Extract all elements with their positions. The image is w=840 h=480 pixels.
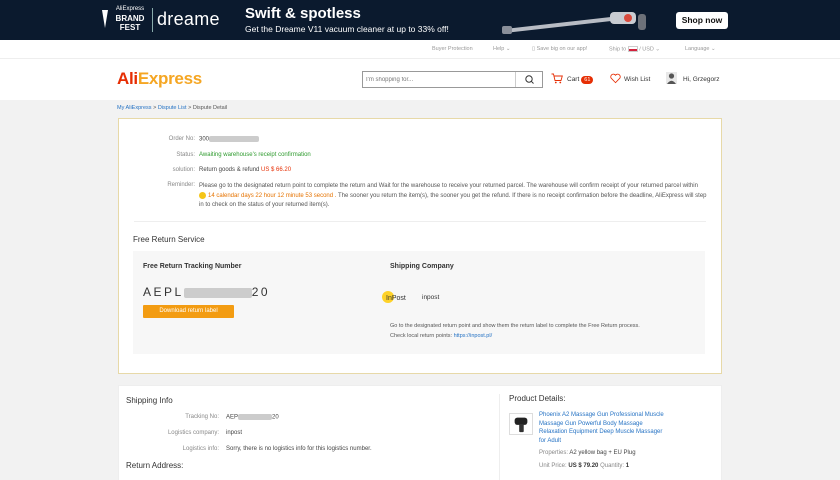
order-label: Order No: — [168, 136, 195, 142]
status-value: Awaiting warehouse's receipt confirmatio… — [199, 152, 311, 158]
user-greeting[interactable]: Hi, Grzegorz — [683, 76, 719, 83]
redacted-order-number — [209, 136, 260, 142]
reminder-text: Please go to the designated return point… — [199, 183, 707, 209]
inpost-link[interactable]: https://inpost.pl/ — [454, 333, 493, 339]
banner-subtitle: Get the Dreame V11 vacuum cleaner at up … — [245, 24, 449, 34]
chevron-down-icon: ⌄ — [505, 46, 511, 52]
dispute-detail-card: Order No: 300 Status: Awaiting warehouse… — [118, 118, 722, 374]
refund-amount: US $ 66.20 — [261, 167, 292, 173]
brand-fest-logo: AliExpress BRAND FEST — [115, 6, 145, 32]
search-input[interactable] — [363, 72, 513, 87]
cart-link[interactable]: Cart 61 — [567, 76, 594, 84]
vacuum-cleaner-image — [502, 12, 646, 34]
solution-value: Return goods & refund US $ 66.20 — [199, 167, 292, 173]
search-box — [362, 71, 543, 88]
top-links-bar: Buyer Protection Help ⌄ ▯ Save big on ou… — [0, 40, 840, 59]
free-return-note: Go to the designated return point and sh… — [390, 323, 640, 339]
breadcrumb-current: Dispute Detail — [192, 105, 228, 111]
company-name: inpost — [422, 294, 440, 301]
breadcrumb-my-aliexpress[interactable]: My AliExpress — [117, 105, 152, 111]
logistics-company-value: inpost — [226, 430, 243, 436]
product-image[interactable] — [509, 413, 533, 435]
help-link[interactable]: Help ⌄ — [493, 46, 510, 52]
column-divider — [499, 394, 500, 480]
save-app-link[interactable]: ▯ Save big on our app! — [532, 46, 587, 52]
svg-text:InPost: InPost — [386, 295, 406, 302]
logistics-company-label: Logistics company: — [167, 430, 219, 436]
product-properties: Properties: A2 yellow bag + EU Plug — [539, 450, 636, 456]
return-address-title: Return Address: — [126, 461, 184, 470]
breadcrumb-dispute-list[interactable]: Dispute List — [158, 105, 187, 111]
aliexpress-brandfest-icon — [102, 10, 108, 28]
countdown-timer: 14 calendar days 22 hour 12 minute 53 se… — [208, 192, 337, 199]
buyer-protection-link[interactable]: Buyer Protection — [432, 46, 473, 52]
wishlist-link[interactable]: Wish List — [624, 76, 650, 83]
product-details-title: Product Details: — [509, 394, 566, 403]
main-header: AliExpress Cart61 Wish List Hi, Grzegorz — [0, 59, 840, 100]
poland-flag-icon — [627, 46, 638, 52]
reminder-label: Reminder: — [167, 182, 195, 188]
status-label: Status: — [176, 152, 195, 158]
product-price: Unit Price: US $ 79.20 Quantity: 1 — [539, 463, 630, 469]
download-return-label-button[interactable]: Download return label — [143, 305, 234, 318]
clock-icon — [199, 191, 206, 199]
dreame-logo: dreame — [157, 9, 220, 29]
free-return-box: Free Return Tracking Number AEPL 20 Downl… — [133, 251, 705, 354]
banner-divider — [152, 8, 153, 32]
tracking-label: Tracking No: — [185, 414, 219, 420]
ship-to-selector[interactable]: Ship to / USD ⌄ — [609, 46, 660, 52]
shop-now-button[interactable]: Shop now — [676, 12, 728, 29]
tracking-number: AEPL 20 — [143, 285, 271, 299]
shipping-info-title: Shipping Info — [126, 396, 173, 405]
language-selector[interactable]: Language ⌄ — [685, 46, 716, 52]
aliexpress-logo[interactable]: AliExpress — [117, 69, 202, 89]
shipping-info-card: Shipping Info Tracking No: AEP 20 Logisti… — [118, 385, 722, 480]
order-number: 300 — [199, 136, 260, 143]
logistics-info-label: Logistics info: — [182, 446, 219, 452]
product-name-link[interactable]: Phoenix A2 Massage Gun Professional Musc… — [539, 411, 669, 445]
redacted-tracking — [238, 414, 273, 420]
chevron-down-icon: ⌄ — [711, 46, 716, 52]
cart-count-badge: 61 — [581, 76, 594, 84]
logistics-info-value: Sorry, there is no logistics info for th… — [226, 446, 372, 452]
promo-banner[interactable]: AliExpress BRAND FEST dreame Swift & spo… — [0, 0, 840, 40]
redacted-tracking — [183, 287, 252, 298]
divider — [134, 221, 706, 222]
tracking-value: AEP 20 — [226, 414, 279, 421]
search-icon — [525, 75, 534, 84]
cart-icon[interactable] — [551, 73, 563, 84]
search-button[interactable] — [515, 72, 542, 87]
tracking-number-header: Free Return Tracking Number — [143, 263, 242, 270]
shipping-company-header: Shipping Company — [390, 263, 454, 270]
breadcrumb: My AliExpress > Dispute List > Dispute D… — [117, 105, 228, 111]
inpost-logo: InPost — [382, 291, 406, 303]
phone-icon: ▯ — [532, 46, 536, 52]
solution-label: solution: — [172, 167, 195, 173]
chevron-down-icon: ⌄ — [655, 46, 660, 53]
banner-headline: Swift & spotless — [245, 5, 361, 22]
heart-icon[interactable] — [610, 73, 621, 84]
free-return-title: Free Return Service — [133, 235, 205, 244]
avatar[interactable] — [666, 72, 677, 84]
